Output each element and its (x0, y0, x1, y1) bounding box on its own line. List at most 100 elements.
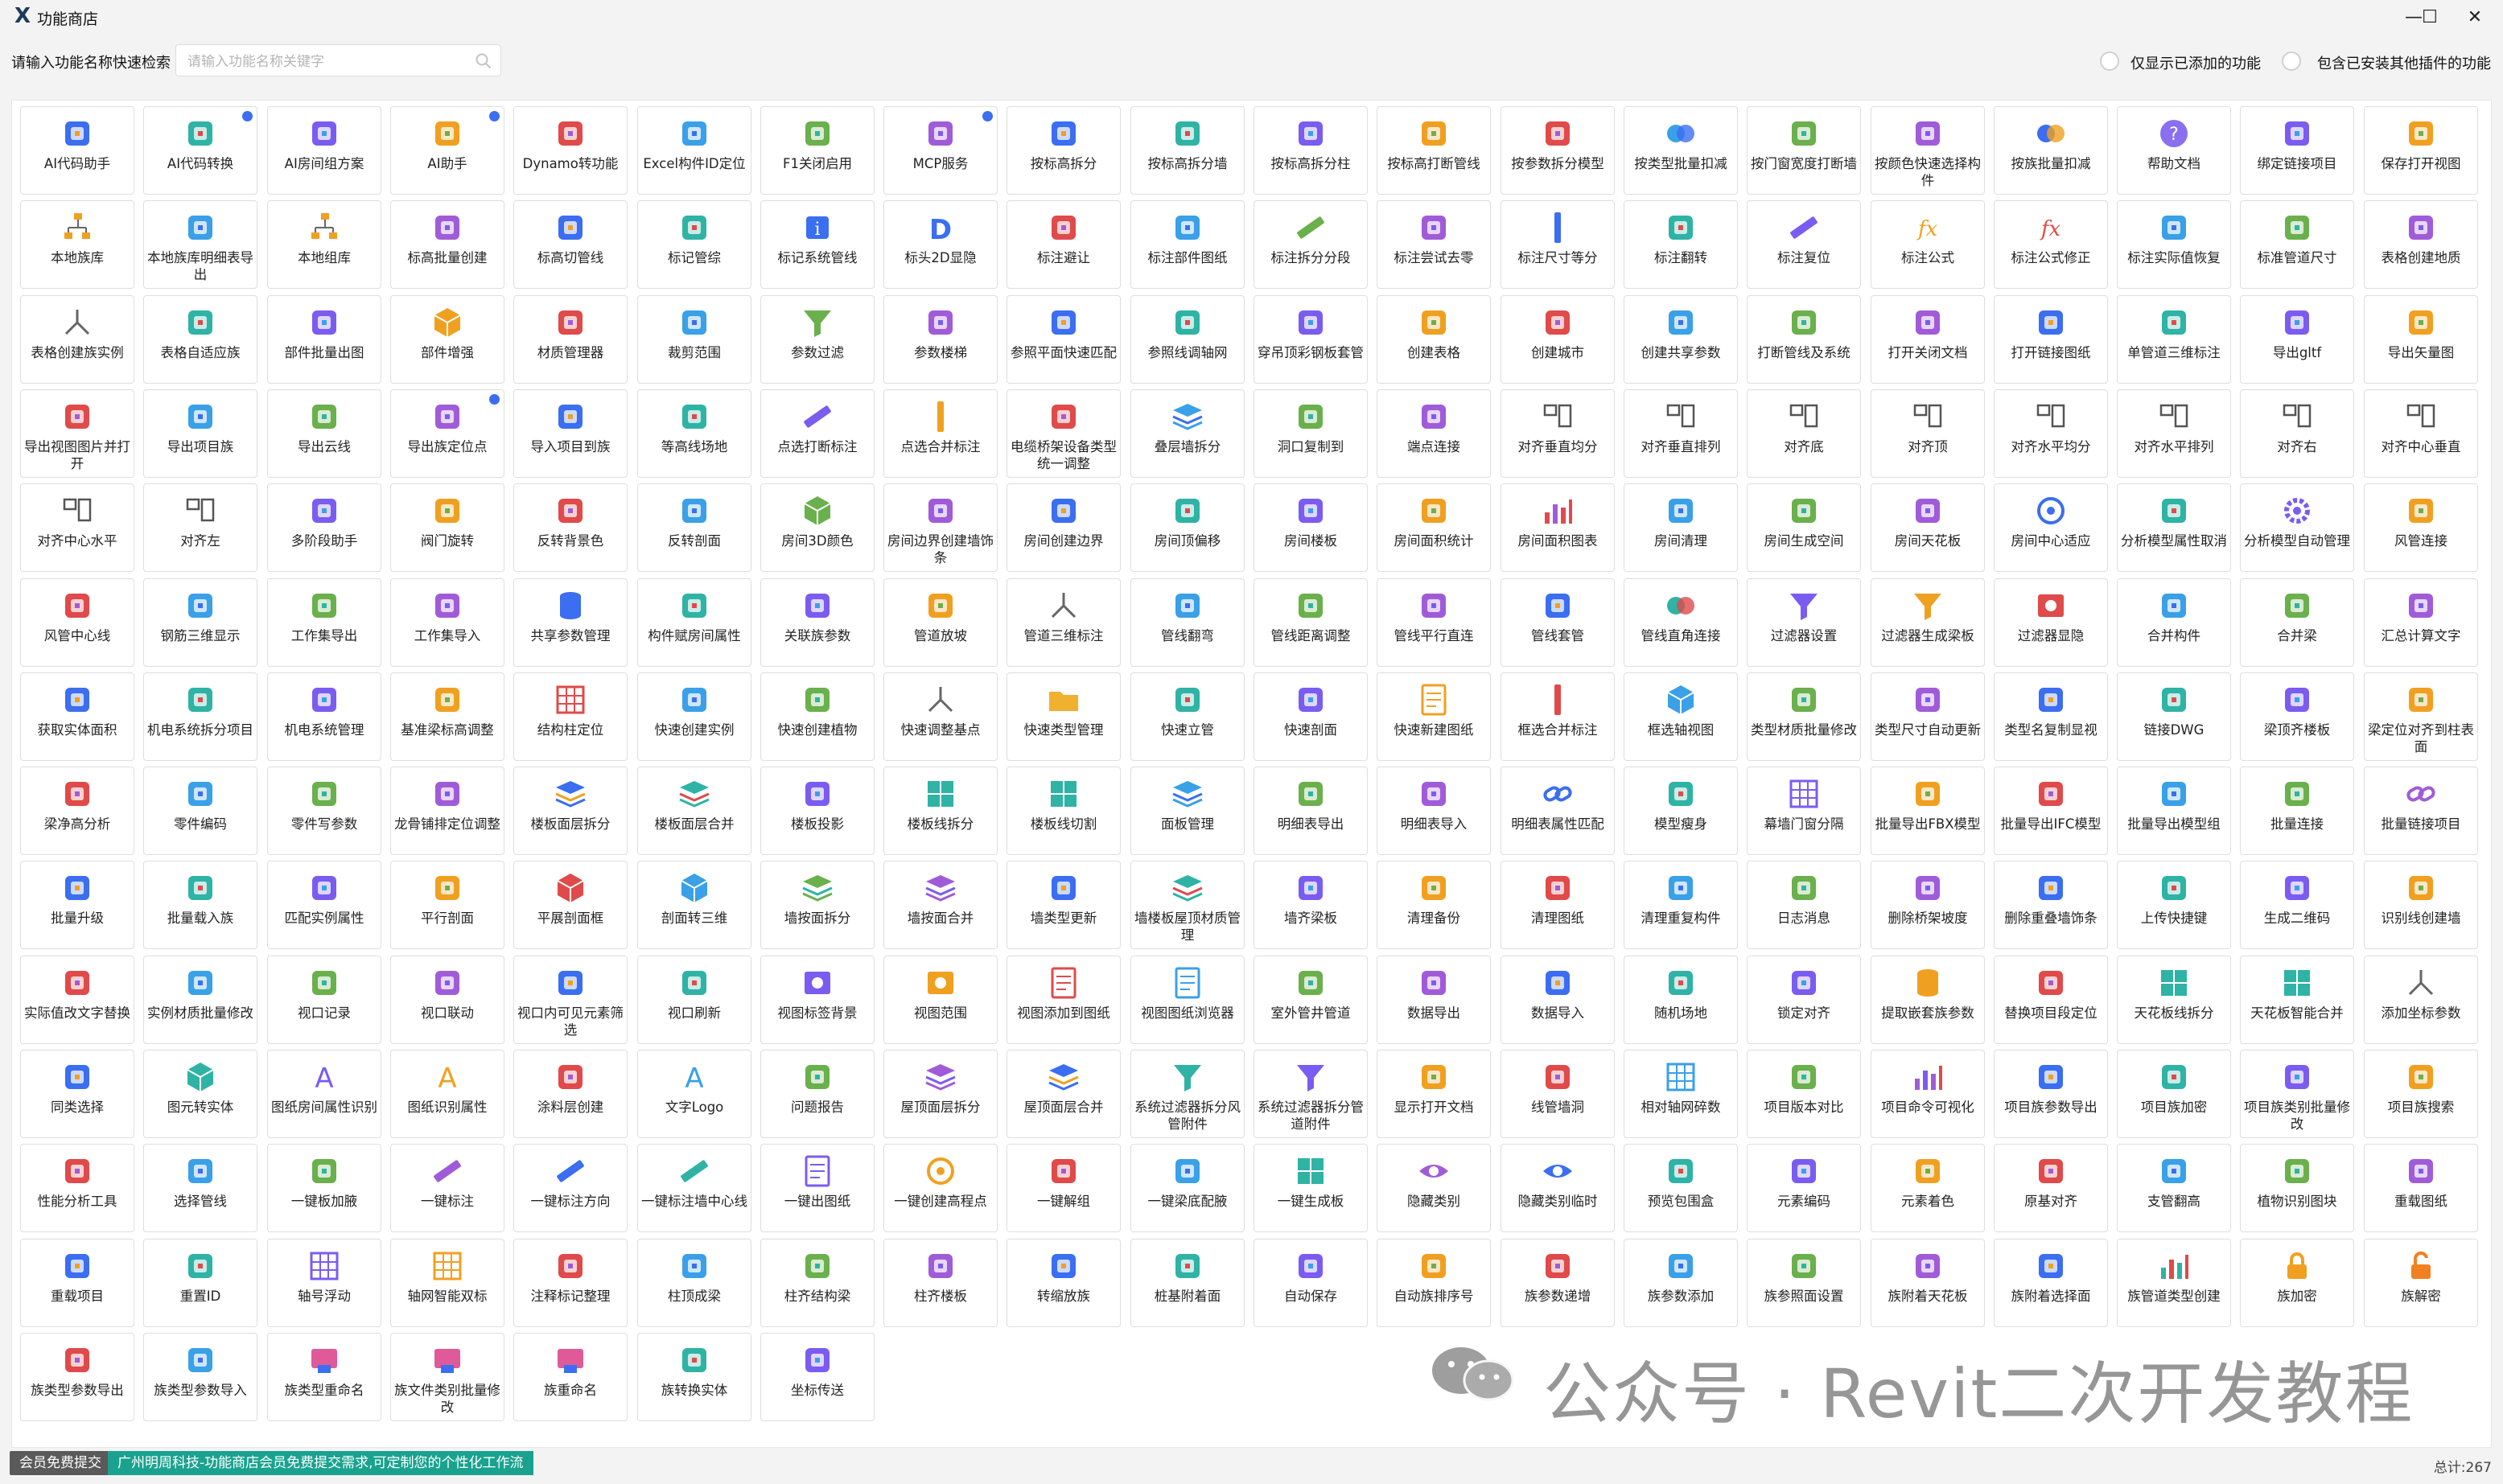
feature-tile[interactable]: 批量导出FBX模型 (1871, 767, 1985, 855)
feature-tile[interactable]: 多阶段助手 (267, 483, 381, 572)
feature-tile[interactable]: 一键出图纸 (760, 1144, 875, 1232)
feature-tile[interactable]: 桩基附着面 (1130, 1239, 1245, 1327)
feature-tile[interactable]: ? 帮助文档 (2117, 106, 2231, 195)
feature-tile[interactable]: 视口内可见元素筛选 (513, 956, 628, 1044)
feature-tile[interactable]: 族文件类别批量修改 (390, 1333, 504, 1421)
feature-tile[interactable]: 族参数递增 (1501, 1239, 1615, 1327)
feature-tile[interactable]: 梁净高分析 (20, 767, 134, 855)
feature-tile[interactable]: 框选轴视图 (1624, 672, 1738, 761)
feature-tile[interactable]: 生成二维码 (2240, 861, 2354, 949)
feature-tile[interactable]: 标注实际值恢复 (2117, 200, 2231, 289)
feature-tile[interactable]: 清理重复构件 (1624, 861, 1738, 949)
feature-tile[interactable]: 快速创建实例 (637, 672, 751, 761)
feature-tile[interactable]: 标注尝试去零 (1377, 200, 1491, 289)
feature-tile[interactable]: 一键解组 (1007, 1144, 1121, 1232)
feature-tile[interactable]: 共享参数管理 (513, 578, 628, 667)
feature-tile[interactable]: 一键梁底配腋 (1130, 1144, 1245, 1232)
feature-tile[interactable]: 标注翻转 (1624, 200, 1738, 289)
feature-tile[interactable]: 对齐垂直均分 (1501, 389, 1615, 478)
feature-tile[interactable]: 本地组库 (267, 200, 381, 289)
feature-tile[interactable]: 对齐底 (1747, 389, 1861, 478)
feature-tile[interactable]: 显示打开文档 (1377, 1050, 1491, 1138)
feature-tile[interactable]: 点选合并标注 (883, 389, 998, 478)
feature-tile[interactable]: A 图纸房间属性识别 (267, 1050, 381, 1138)
feature-tile[interactable]: 柱齐结构梁 (760, 1239, 875, 1327)
feature-tile[interactable]: 打断管线及系统 (1747, 295, 1861, 384)
feature-tile[interactable]: 按门窗宽度打断墙 (1747, 106, 1861, 195)
feature-tile[interactable]: 墙类型更新 (1007, 861, 1121, 949)
feature-tile[interactable]: 柱齐楼板 (883, 1239, 998, 1327)
feature-tile[interactable]: 清理备份 (1377, 861, 1491, 949)
feature-tile[interactable]: 实例材质批量修改 (143, 956, 257, 1044)
feature-tile[interactable]: 结构柱定位 (513, 672, 628, 761)
feature-tile[interactable]: 视图图纸浏览器 (1130, 956, 1245, 1044)
feature-tile[interactable]: 对齐顶 (1871, 389, 1985, 478)
feature-tile[interactable]: fx 标注公式 (1871, 200, 1985, 289)
feature-tile[interactable]: 选择管线 (143, 1144, 257, 1232)
feature-tile[interactable]: 重置ID (143, 1239, 257, 1327)
feature-tile[interactable]: 支管翻高 (2117, 1144, 2231, 1232)
feature-tile[interactable]: AI房间组方案 (267, 106, 381, 195)
feature-tile[interactable]: 参数楼梯 (883, 295, 998, 384)
feature-tile[interactable]: 明细表导入 (1377, 767, 1491, 855)
feature-tile[interactable]: 问题报告 (760, 1050, 875, 1138)
feature-tile[interactable]: 平行剖面 (390, 861, 504, 949)
feature-tile[interactable]: 视图添加到图纸 (1007, 956, 1121, 1044)
feature-tile[interactable]: 注释标记整理 (513, 1239, 628, 1327)
feature-tile[interactable]: 钢筋三维显示 (143, 578, 257, 667)
feature-tile[interactable]: 管道放坡 (883, 578, 998, 667)
feature-tile[interactable]: 分析模型自动管理 (2240, 483, 2354, 572)
feature-tile[interactable]: 批量升级 (20, 861, 134, 949)
feature-tile[interactable]: 重载项目 (20, 1239, 134, 1327)
search-input[interactable] (186, 51, 463, 72)
feature-tile[interactable]: 导出云线 (267, 389, 381, 478)
feature-tile[interactable]: 批量导出IFC模型 (1994, 767, 2108, 855)
feature-tile[interactable]: 植物识别图块 (2240, 1144, 2354, 1232)
feature-tile[interactable]: 族管道类型创建 (2117, 1239, 2231, 1327)
feature-tile[interactable]: 快速调整基点 (883, 672, 998, 761)
feature-tile[interactable]: 导出项目族 (143, 389, 257, 478)
feature-tile[interactable]: MCP服务 (883, 106, 998, 195)
feature-tile[interactable]: 视口联动 (390, 956, 504, 1044)
feature-tile[interactable]: 标注复位 (1747, 200, 1861, 289)
feature-tile[interactable]: 批量导出模型组 (2117, 767, 2231, 855)
feature-tile[interactable]: 随机场地 (1624, 956, 1738, 1044)
feature-tile[interactable]: 类型材质批量修改 (1747, 672, 1861, 761)
feature-tile[interactable]: 批量载入族 (143, 861, 257, 949)
feature-tile[interactable]: 创建表格 (1377, 295, 1491, 384)
feature-tile[interactable]: 系统过滤器拆分管道附件 (1254, 1050, 1368, 1138)
feature-tile[interactable]: 工作集导入 (390, 578, 504, 667)
feature-tile[interactable]: 电缆桥架设备类型统一调整 (1007, 389, 1121, 478)
feature-tile[interactable]: 快速剖面 (1254, 672, 1368, 761)
feature-tile[interactable]: 删除重叠墙饰条 (1994, 861, 2108, 949)
feature-tile[interactable]: 按类型批量扣减 (1624, 106, 1738, 195)
feature-tile[interactable]: 按标高拆分柱 (1254, 106, 1368, 195)
feature-tile[interactable]: 同类选择 (20, 1050, 134, 1138)
feature-tile[interactable]: 对齐右 (2240, 389, 2354, 478)
feature-tile[interactable]: 打开关闭文档 (1871, 295, 1985, 384)
feature-tile[interactable]: 自动保存 (1254, 1239, 1368, 1327)
feature-tile[interactable]: 族参数添加 (1624, 1239, 1738, 1327)
feature-tile[interactable]: 管线距离调整 (1254, 578, 1368, 667)
feature-tile[interactable]: 表格自适应族 (143, 295, 257, 384)
feature-tile[interactable]: 本地族库 (20, 200, 134, 289)
feature-tile[interactable]: 按标高打断管线 (1377, 106, 1491, 195)
feature-tile[interactable]: 洞口复制到 (1254, 389, 1368, 478)
feature-tile[interactable]: 导出族定位点 (390, 389, 504, 478)
feature-tile[interactable]: 族类型重命名 (267, 1333, 381, 1421)
feature-tile[interactable]: 梁定位对齐到柱表面 (2364, 672, 2478, 761)
feature-tile[interactable]: 系统过滤器拆分风管附件 (1130, 1050, 1245, 1138)
feature-tile[interactable]: D 标头2D显隐 (883, 200, 998, 289)
feature-tile[interactable]: 墙按面合并 (883, 861, 998, 949)
feature-tile[interactable]: 一键生成板 (1254, 1144, 1368, 1232)
feature-tile[interactable]: 隐藏类别临时 (1501, 1144, 1615, 1232)
feature-tile[interactable]: 穿吊顶彩钢板套管 (1254, 295, 1368, 384)
feature-tile[interactable]: 上传快捷键 (2117, 861, 2231, 949)
feature-tile[interactable]: 项目版本对比 (1747, 1050, 1861, 1138)
feature-tile[interactable]: 本地族库明细表导出 (143, 200, 257, 289)
feature-tile[interactable]: 楼板线切割 (1007, 767, 1121, 855)
feature-tile[interactable]: 楼板面层拆分 (513, 767, 628, 855)
feature-tile[interactable]: 转缩放族 (1007, 1239, 1121, 1327)
feature-tile[interactable]: 平展剖面框 (513, 861, 628, 949)
feature-tile[interactable]: 预览包围盒 (1624, 1144, 1738, 1232)
